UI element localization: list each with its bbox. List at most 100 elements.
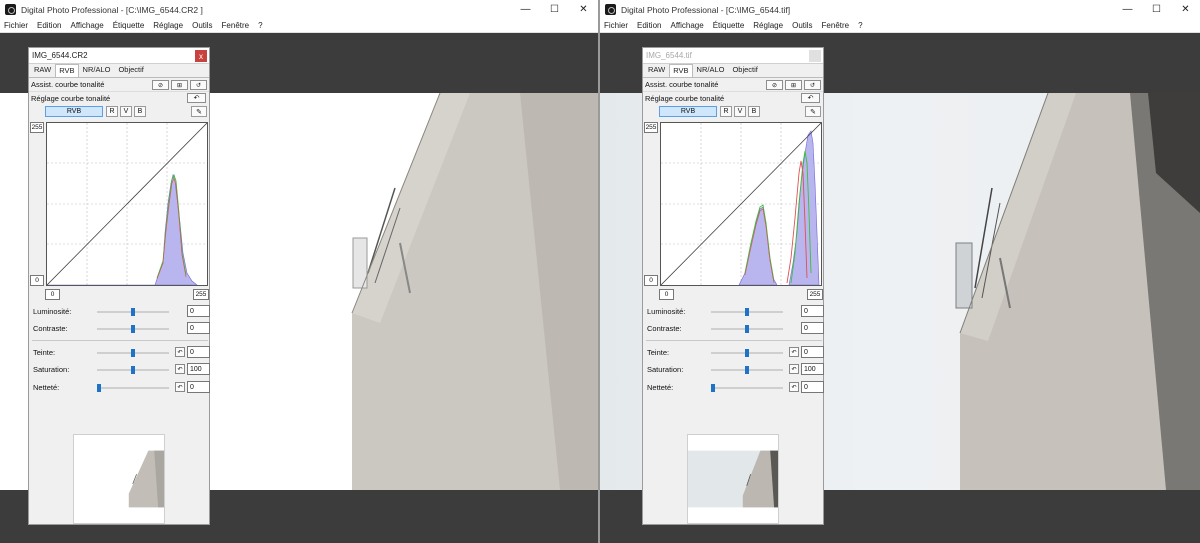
menu-help[interactable]: ? [258, 21, 262, 30]
menu-fenetre[interactable]: Fenêtre [822, 21, 850, 30]
contraste-value[interactable]: 0 [187, 322, 210, 334]
channel-b-button[interactable]: B [134, 106, 146, 117]
curve-assist-icon[interactable]: ⊘ [766, 80, 783, 90]
tone-curve-histogram[interactable] [46, 122, 208, 286]
reset-curve-icon[interactable]: ↺ [190, 80, 207, 90]
saturation-track[interactable] [97, 366, 169, 374]
output-max-value: 255 [644, 122, 658, 133]
channel-rvb-button[interactable]: RVB [659, 106, 717, 117]
assist-label: Assist. courbe tonalité [645, 80, 719, 89]
eyedropper-icon[interactable]: ✎ [805, 106, 821, 117]
menu-etiquette[interactable]: Étiquette [713, 21, 745, 30]
teinte-thumb[interactable] [131, 349, 135, 357]
saturation-track[interactable] [711, 366, 783, 374]
luminosite-track[interactable] [711, 308, 783, 316]
tab-raw[interactable]: RAW [644, 63, 669, 77]
input-max-field[interactable]: 255 [193, 289, 209, 300]
menu-reglage[interactable]: Réglage [153, 21, 183, 30]
maximize-icon[interactable]: ☐ [540, 0, 569, 19]
add-curve-icon[interactable]: ⊞ [171, 80, 188, 90]
add-curve-icon[interactable]: ⊞ [785, 80, 802, 90]
luminosite-value[interactable]: 0 [801, 305, 824, 317]
close-icon[interactable]: x [195, 50, 207, 62]
undo-icon[interactable]: ↶ [187, 93, 206, 103]
tab-raw[interactable]: RAW [30, 63, 55, 77]
teinte-thumb[interactable] [745, 349, 749, 357]
menu-reglage[interactable]: Réglage [753, 21, 783, 30]
channel-rvb-button[interactable]: RVB [45, 106, 103, 117]
luminosite-thumb[interactable] [131, 308, 135, 316]
menu-etiquette[interactable]: Étiquette [113, 21, 145, 30]
teinte-value[interactable]: 0 [187, 346, 210, 358]
tab-nr-alo[interactable]: NR/ALO [693, 63, 729, 77]
close-icon[interactable]: ✕ [1171, 0, 1200, 19]
nettete-track[interactable] [711, 384, 783, 392]
undo-icon[interactable]: ↶ [175, 347, 185, 357]
undo-icon[interactable]: ↶ [789, 382, 799, 392]
nettete-value[interactable]: 0 [187, 381, 210, 393]
nettete-thumb[interactable] [711, 384, 715, 392]
luminosite-thumb[interactable] [745, 308, 749, 316]
tab-rvb[interactable]: RVB [669, 64, 693, 77]
close-icon[interactable]: x [809, 50, 821, 62]
tab-nr-alo[interactable]: NR/ALO [79, 63, 115, 77]
tool-palette: IMG_6544.tif x RAW RVB NR/ALO Objectif A… [642, 47, 824, 525]
close-icon[interactable]: ✕ [569, 0, 598, 19]
saturation-thumb[interactable] [745, 366, 749, 374]
tab-rvb[interactable]: RVB [55, 64, 79, 77]
minimize-icon[interactable]: — [1113, 0, 1142, 19]
contraste-track[interactable] [711, 325, 783, 333]
undo-icon[interactable]: ↶ [789, 364, 799, 374]
tab-objectif[interactable]: Objectif [728, 63, 761, 77]
menu-outils[interactable]: Outils [192, 21, 212, 30]
menu-outils[interactable]: Outils [792, 21, 812, 30]
menu-help[interactable]: ? [858, 21, 862, 30]
teinte-value[interactable]: 0 [801, 346, 824, 358]
curve-assist-icon[interactable]: ⊘ [152, 80, 169, 90]
contraste-thumb[interactable] [131, 325, 135, 333]
maximize-icon[interactable]: ☐ [1142, 0, 1171, 19]
tone-curve-histogram[interactable] [660, 122, 822, 286]
nettete-track[interactable] [97, 384, 169, 392]
menu-fichier[interactable]: Fichier [604, 21, 628, 30]
teinte-track[interactable] [97, 349, 169, 357]
channel-r-button[interactable]: R [106, 106, 118, 117]
input-min-field[interactable]: 0 [659, 289, 674, 300]
menu-fichier[interactable]: Fichier [4, 21, 28, 30]
tab-objectif[interactable]: Objectif [114, 63, 147, 77]
saturation-thumb[interactable] [131, 366, 135, 374]
channel-v-button[interactable]: V [120, 106, 132, 117]
luminosite-track[interactable] [97, 308, 169, 316]
navigator-thumbnail[interactable] [73, 434, 165, 524]
channel-r-button[interactable]: R [720, 106, 732, 117]
minimize-icon[interactable]: — [511, 0, 540, 19]
menu-fenetre[interactable]: Fenêtre [222, 21, 250, 30]
contraste-thumb[interactable] [745, 325, 749, 333]
luminosite-label: Luminosité: [647, 307, 686, 316]
menu-edition[interactable]: Edition [37, 21, 61, 30]
channel-v-button[interactable]: V [734, 106, 746, 117]
nettete-value[interactable]: 0 [801, 381, 824, 393]
eyedropper-icon[interactable]: ✎ [191, 106, 207, 117]
undo-icon[interactable]: ↶ [175, 382, 185, 392]
undo-icon[interactable]: ↶ [801, 93, 820, 103]
channel-b-button[interactable]: B [748, 106, 760, 117]
reset-curve-icon[interactable]: ↺ [804, 80, 821, 90]
nettete-thumb[interactable] [97, 384, 101, 392]
contraste-track[interactable] [97, 325, 169, 333]
input-min-field[interactable]: 0 [45, 289, 60, 300]
undo-icon[interactable]: ↶ [789, 347, 799, 357]
teinte-track[interactable] [711, 349, 783, 357]
slider-nettete: Netteté: ↶ 0 [643, 381, 825, 395]
app-icon [5, 4, 16, 15]
menu-edition[interactable]: Edition [637, 21, 661, 30]
contraste-value[interactable]: 0 [801, 322, 824, 334]
saturation-value[interactable]: 100 [187, 363, 210, 375]
menu-affichage[interactable]: Affichage [670, 21, 703, 30]
undo-icon[interactable]: ↶ [175, 364, 185, 374]
luminosite-value[interactable]: 0 [187, 305, 210, 317]
navigator-thumbnail[interactable] [687, 434, 779, 524]
menu-affichage[interactable]: Affichage [70, 21, 103, 30]
input-max-field[interactable]: 255 [807, 289, 823, 300]
saturation-value[interactable]: 100 [801, 363, 824, 375]
